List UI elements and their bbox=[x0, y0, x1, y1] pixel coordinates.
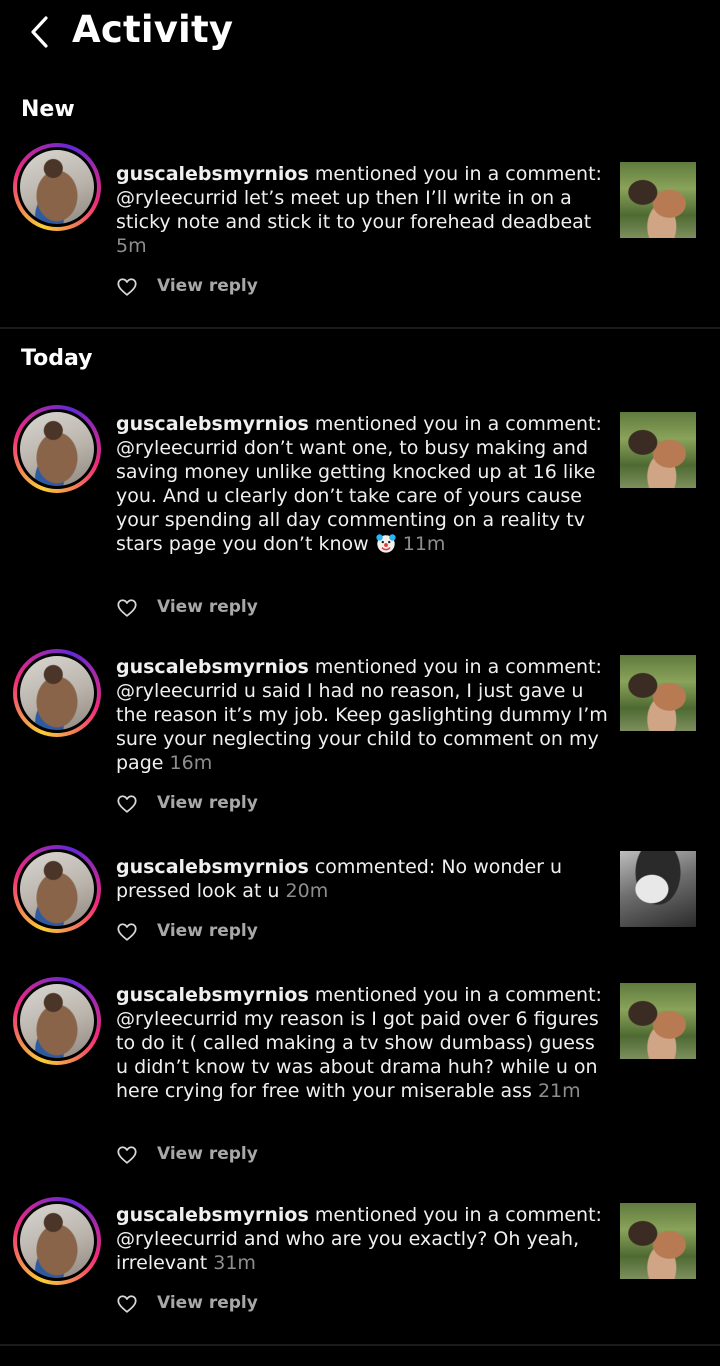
notification-action: mentioned you in a comment: bbox=[314, 984, 602, 1006]
notification-action: commented: bbox=[314, 856, 436, 878]
post-thumbnail[interactable] bbox=[620, 412, 696, 488]
heart-icon[interactable] bbox=[116, 1144, 138, 1166]
username-link[interactable]: guscalebsmyrnios bbox=[116, 1204, 309, 1226]
notification-action: mentioned you in a comment: bbox=[314, 1204, 602, 1226]
mention-link[interactable]: @ryleecurrid bbox=[116, 1008, 238, 1030]
chevron-left-icon bbox=[31, 16, 48, 48]
mention-link[interactable]: @ryleecurrid bbox=[116, 680, 238, 702]
timestamp: 31m bbox=[213, 1252, 256, 1274]
notification-action: mentioned you in a comment: bbox=[314, 163, 602, 185]
clown-face-emoji-icon bbox=[376, 534, 396, 553]
notification-text: guscalebsmyrnios mentioned you in a comm… bbox=[116, 162, 608, 258]
timestamp: 5m bbox=[116, 235, 147, 257]
username-link[interactable]: guscalebsmyrnios bbox=[116, 656, 309, 678]
back-button[interactable] bbox=[26, 10, 60, 54]
section-divider bbox=[0, 327, 720, 329]
avatar-photo bbox=[20, 656, 94, 730]
avatar-photo bbox=[20, 852, 94, 926]
mention-link[interactable]: @ryleecurrid bbox=[116, 187, 238, 209]
notification-text: guscalebsmyrnios mentioned you in a comm… bbox=[116, 412, 608, 556]
timestamp: 20m bbox=[285, 880, 329, 902]
section-title-new: New bbox=[21, 97, 75, 122]
view-reply-button[interactable]: View reply bbox=[157, 597, 258, 617]
notification-text: guscalebsmyrnios mentioned you in a comm… bbox=[116, 1203, 608, 1275]
notification-action: mentioned you in a comment: bbox=[314, 413, 602, 435]
username-link[interactable]: guscalebsmyrnios bbox=[116, 984, 309, 1006]
avatar[interactable] bbox=[13, 649, 101, 737]
heart-icon[interactable] bbox=[116, 597, 138, 619]
view-reply-button[interactable]: View reply bbox=[157, 276, 258, 296]
avatar-photo bbox=[20, 984, 94, 1058]
notification-action: mentioned you in a comment: bbox=[314, 656, 602, 678]
mention-link[interactable]: @ryleecurrid bbox=[116, 437, 238, 459]
mention-link[interactable]: @ryleecurrid bbox=[116, 1228, 238, 1250]
bottom-divider bbox=[0, 1344, 720, 1346]
post-thumbnail[interactable] bbox=[620, 655, 696, 731]
username-link[interactable]: guscalebsmyrnios bbox=[116, 163, 309, 185]
avatar-photo bbox=[20, 1204, 94, 1278]
notification-text: guscalebsmyrnios mentioned you in a comm… bbox=[116, 655, 608, 775]
avatar[interactable] bbox=[13, 845, 101, 933]
section-title-today: Today bbox=[21, 346, 93, 371]
page-title: Activity bbox=[72, 8, 234, 51]
view-reply-button[interactable]: View reply bbox=[157, 1293, 258, 1313]
heart-icon[interactable] bbox=[116, 793, 138, 815]
post-thumbnail[interactable] bbox=[620, 983, 696, 1059]
timestamp: 16m bbox=[169, 752, 213, 774]
view-reply-button[interactable]: View reply bbox=[157, 1144, 258, 1164]
view-reply-button[interactable]: View reply bbox=[157, 793, 258, 813]
heart-icon[interactable] bbox=[116, 1293, 138, 1315]
timestamp: 11m bbox=[402, 533, 446, 555]
header: Activity bbox=[0, 0, 720, 70]
avatar-photo bbox=[20, 412, 94, 486]
notification-text: guscalebsmyrnios commented: No wonder u … bbox=[116, 855, 608, 903]
avatar[interactable] bbox=[13, 977, 101, 1065]
avatar[interactable] bbox=[13, 1197, 101, 1285]
view-reply-button[interactable]: View reply bbox=[157, 921, 258, 941]
heart-icon[interactable] bbox=[116, 921, 138, 943]
avatar[interactable] bbox=[13, 143, 101, 231]
avatar-photo bbox=[20, 150, 94, 224]
heart-icon[interactable] bbox=[116, 276, 138, 298]
username-link[interactable]: guscalebsmyrnios bbox=[116, 413, 309, 435]
post-thumbnail[interactable] bbox=[620, 1203, 696, 1279]
post-thumbnail[interactable] bbox=[620, 162, 696, 238]
username-link[interactable]: guscalebsmyrnios bbox=[116, 856, 309, 878]
avatar[interactable] bbox=[13, 405, 101, 493]
notification-text: guscalebsmyrnios mentioned you in a comm… bbox=[116, 983, 608, 1103]
post-thumbnail[interactable] bbox=[620, 851, 696, 927]
timestamp: 21m bbox=[537, 1080, 581, 1102]
